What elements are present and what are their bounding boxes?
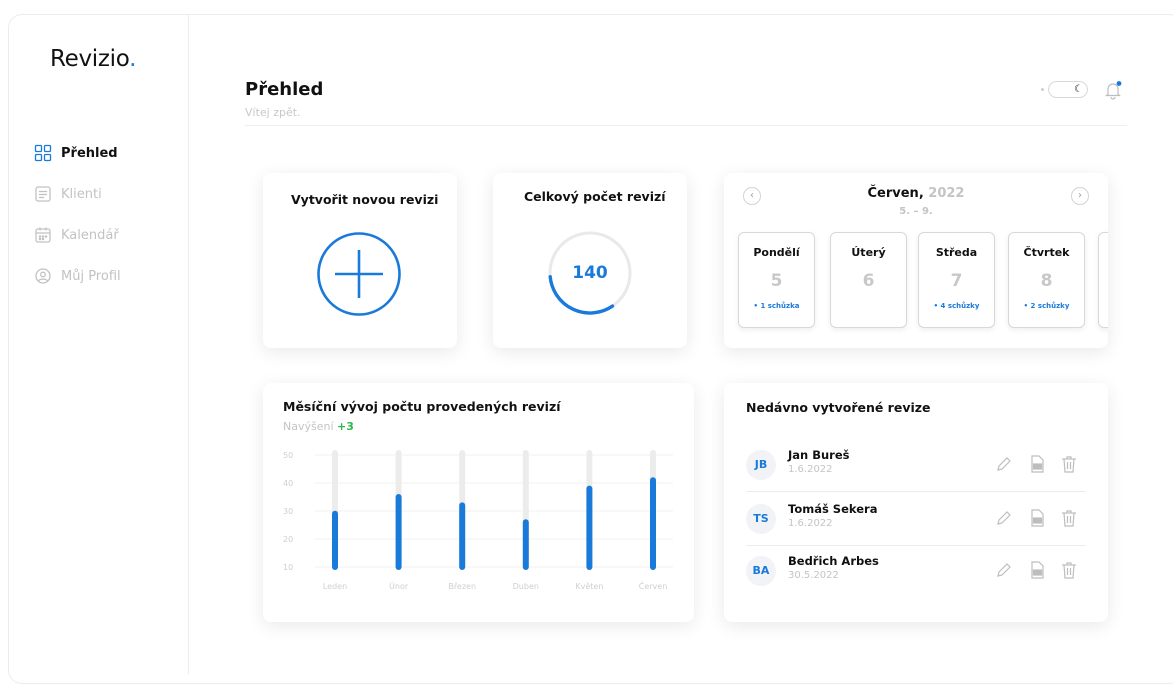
total-revisions-card: Celkový počet revizí 140	[493, 173, 687, 348]
bell-icon[interactable]	[1103, 80, 1123, 100]
day-name: Čtvrtek	[1023, 246, 1070, 259]
plus-circle-icon[interactable]	[316, 231, 402, 317]
total-revisions-title: Celkový počet revizí	[524, 189, 666, 204]
day-number: 6	[862, 271, 875, 291]
trash-icon[interactable]	[1059, 560, 1079, 580]
x-tick-label: Únor	[389, 580, 409, 591]
sidebar-item-label: Můj Profil	[61, 268, 121, 284]
pdf-file-icon[interactable]	[1027, 560, 1047, 580]
calendar-day-tuesday[interactable]: Úterý 6	[830, 232, 907, 328]
recent-date: 1.6.2022	[788, 464, 833, 475]
y-tick-label: 40	[283, 479, 293, 488]
y-tick-label: 50	[283, 451, 293, 460]
day-number: 5	[770, 271, 783, 291]
calendar-icon	[35, 227, 51, 243]
user-circle-icon	[35, 268, 51, 284]
y-tick-label: 20	[283, 535, 293, 544]
recent-item[interactable]: JB Jan Bureš 1.6.2022	[746, 440, 1086, 492]
chevron-right-icon[interactable]: ›	[1071, 187, 1089, 205]
recent-item[interactable]: TS Tomáš Sekera 1.6.2022	[746, 494, 1086, 546]
day-name: Středa	[935, 246, 978, 259]
calendar-day-monday[interactable]: Pondělí 5 • 1 schůzka	[738, 232, 815, 328]
recent-title: Nedávno vytvořené revize	[746, 400, 931, 415]
sidebar-nav: Přehled Klienti Kalendář Můj Profil	[34, 143, 121, 307]
day-meetings: • 2 schůzky	[1023, 302, 1070, 310]
sidebar-item-label: Klienti	[61, 186, 102, 202]
calendar-week-range: 5. – 9.	[899, 206, 933, 217]
day-name: Úterý	[851, 246, 886, 259]
theme-toggle[interactable]: ☾	[1048, 81, 1088, 98]
sidebar-item-label: Kalendář	[61, 227, 119, 243]
document-list-icon	[35, 186, 51, 202]
x-tick-label: Květen	[575, 582, 603, 591]
page-subtitle: Vítej zpět.	[245, 106, 301, 119]
y-tick-label: 10	[283, 563, 293, 572]
calendar-day-wednesday[interactable]: Středa 7 • 4 schůzky	[918, 232, 995, 328]
day-number: 7	[950, 271, 963, 291]
recent-date: 30.5.2022	[788, 570, 839, 581]
week-calendar-card: ‹ Červen, 2022 5. – 9. › Pondělí 5 • 1 s…	[724, 173, 1108, 348]
recent-name: Jan Bureš	[788, 448, 850, 462]
calendar-day-thursday[interactable]: Čtvrtek 8 • 2 schůzky	[1008, 232, 1085, 328]
calendar-month: Červen, 2022	[867, 186, 965, 201]
sidebar-item-muj-profil[interactable]: Můj Profil	[34, 266, 121, 286]
x-tick-label: Duben	[513, 582, 539, 591]
y-tick-label: 30	[283, 507, 293, 516]
sidebar-item-kalendar[interactable]: Kalendář	[34, 225, 121, 245]
day-meetings: • 1 schůzka	[753, 302, 800, 310]
sidebar	[8, 14, 189, 674]
header-divider	[245, 125, 1127, 126]
trash-icon[interactable]	[1059, 454, 1079, 474]
x-tick-label: Červen	[639, 580, 668, 591]
day-meetings: • 4 schůzky	[933, 302, 980, 310]
day-number: 8	[1040, 271, 1053, 291]
day-name: Pondělí	[753, 246, 800, 259]
recent-name: Bedřich Arbes	[788, 554, 879, 568]
bar-chart: 10 20 30 40 50 Leden Únor Březen Duben Květen Červ…	[283, 450, 673, 591]
page-title: Přehled	[245, 79, 324, 100]
trash-icon[interactable]	[1059, 508, 1079, 528]
pdf-file-icon[interactable]	[1027, 454, 1047, 474]
pencil-edit-icon[interactable]	[994, 508, 1014, 528]
x-tick-label: Březen	[448, 582, 476, 591]
sidebar-item-label: Přehled	[61, 145, 118, 161]
avatar: BA	[746, 556, 776, 586]
calendar-day-friday-partial[interactable]	[1098, 232, 1108, 328]
pencil-edit-icon[interactable]	[994, 454, 1014, 474]
sun-icon	[1041, 88, 1044, 91]
total-revisions-value: 140	[572, 263, 608, 283]
app-logo[interactable]: Revizio.	[50, 46, 136, 72]
recent-item[interactable]: BA Bedřich Arbes 30.5.2022	[746, 546, 1086, 598]
recent-name: Tomáš Sekera	[788, 502, 878, 516]
moon-icon: ☾	[1072, 83, 1085, 96]
pdf-file-icon[interactable]	[1027, 508, 1047, 528]
avatar: JB	[746, 450, 776, 480]
new-revision-title: Vytvořit novou revizi	[291, 192, 439, 207]
pencil-edit-icon[interactable]	[994, 560, 1014, 580]
recent-revisions-card: Nedávno vytvořené revize JB Jan Bureš 1.…	[724, 383, 1108, 622]
sidebar-item-klienti[interactable]: Klienti	[34, 184, 121, 204]
recent-date: 1.6.2022	[788, 518, 833, 529]
new-revision-card: Vytvořit novou revizi	[263, 173, 457, 348]
x-tick-label: Leden	[323, 582, 347, 591]
avatar: TS	[746, 504, 776, 534]
sidebar-item-prehled[interactable]: Přehled	[34, 143, 121, 163]
monthly-chart-card: Měsíční vývoj počtu provedených revizí N…	[263, 383, 694, 622]
dashboard-grid-icon	[34, 144, 52, 162]
